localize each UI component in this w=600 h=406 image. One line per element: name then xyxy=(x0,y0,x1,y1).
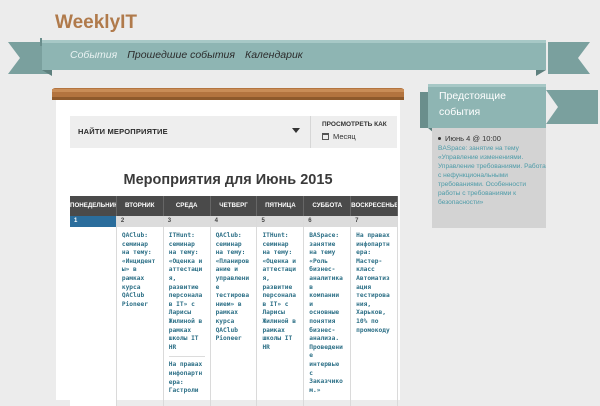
view-mode-select[interactable]: Месяц xyxy=(322,132,356,141)
calendar-event-link[interactable]: QAClub: семинар на тему: «Инциденты» в р… xyxy=(122,232,158,309)
event-filter-bar: НАЙТИ МЕРОПРИЯТИЕ ПРОСМОТРЕТЬ КАК Месяц xyxy=(70,116,397,148)
weekday-mon: ПОНЕДЕЛЬНИК xyxy=(70,196,117,216)
day-number: 2 xyxy=(116,216,163,228)
calendar-event-link[interactable]: На правах инфопартнера: Гастроли xyxy=(169,361,205,395)
day-number: 1 xyxy=(70,216,116,228)
calendar-title: Мероприятия для Июнь 2015 xyxy=(123,172,333,188)
main-nav: События Прошедшие события Календарик xyxy=(70,49,303,61)
day-number: 3 xyxy=(163,216,210,228)
main-content: НАЙТИ МЕРОПРИЯТИЕ ПРОСМОТРЕТЬ КАК Месяц … xyxy=(56,100,400,406)
upcoming-event-date-text: Июнь 4 @ 10:00 xyxy=(445,134,501,143)
weekday-fri: ПЯТНИЦА xyxy=(257,196,305,216)
calendar-event-link[interactable]: BASpace: занятие на тему «Роль бизнес-ан… xyxy=(309,232,345,395)
weekday-wed: СРЕДА xyxy=(164,196,211,216)
nav-item-events[interactable]: События xyxy=(70,49,117,61)
calendar-day-cell[interactable]: 6 BASpace: занятие на тему «Роль бизнес-… xyxy=(304,216,352,406)
day-number: 5 xyxy=(257,216,304,228)
upcoming-event-date: Июнь 4 @ 10:00 xyxy=(438,134,501,143)
calendar-day-cell[interactable]: 3 ITHunt: семинар на тему: «Оценка и атт… xyxy=(163,216,211,406)
day-number: 7 xyxy=(351,216,398,228)
calendar-day-cell[interactable]: 1 xyxy=(70,216,117,406)
calendar-day-cell[interactable]: 4 QAClub: семинар на тему: «Планирование… xyxy=(210,216,258,406)
day-number: 6 xyxy=(304,216,351,228)
weekday-sun: ВОСКРЕСЕНЬЕ xyxy=(351,196,399,216)
calendar-event-link[interactable]: QAClub: семинар на тему: «Планирование и… xyxy=(216,232,252,344)
bullet-icon xyxy=(438,137,441,140)
nav-item-past-events[interactable]: Прошедшие события xyxy=(127,49,235,61)
find-event-dropdown[interactable]: НАЙТИ МЕРОПРИЯТИЕ xyxy=(70,116,311,148)
find-event-label: НАЙТИ МЕРОПРИЯТИЕ xyxy=(78,127,168,136)
day-number: 4 xyxy=(210,216,257,228)
calendar-day-cell[interactable]: 5 ITHunt: семинар на тему: «Оценка и атт… xyxy=(257,216,305,406)
event-divider xyxy=(168,356,205,358)
calendar-day-cell[interactable]: 2 QAClub: семинар на тему: «Инциденты» в… xyxy=(116,216,164,406)
weekday-header: ПОНЕДЕЛЬНИК ВТОРНИК СРЕДА ЧЕТВЕРГ ПЯТНИЦ… xyxy=(70,196,399,216)
month-calendar: ПОНЕДЕЛЬНИК ВТОРНИК СРЕДА ЧЕТВЕРГ ПЯТНИЦ… xyxy=(70,196,399,406)
weekday-tue: ВТОРНИК xyxy=(117,196,164,216)
calendar-week-row: 1 2 QAClub: семинар на тему: «Инциденты»… xyxy=(70,216,399,406)
view-as-label: ПРОСМОТРЕТЬ КАК xyxy=(322,121,387,128)
weekday-thu: ЧЕТВЕРГ xyxy=(211,196,258,216)
nav-item-calendar[interactable]: Календарик xyxy=(245,49,303,61)
upcoming-event-link[interactable]: BASpace: занятие на тему «Управление изм… xyxy=(438,144,550,207)
sidebar-title: Предстоящие события xyxy=(439,90,506,118)
calendar-event-link[interactable]: ITHunt: семинар на тему: «Оценка и аттес… xyxy=(169,232,205,352)
calendar-icon xyxy=(322,133,329,140)
weekday-sat: СУББОТА xyxy=(304,196,352,216)
calendar-day-cell[interactable]: 7 На правах инфопартнера: Мастер-класс А… xyxy=(351,216,399,406)
site-title[interactable]: WeeklyIT xyxy=(55,12,137,34)
calendar-event-link[interactable]: На правах инфопартнера: Мастер-класс Авт… xyxy=(356,232,392,335)
chevron-down-icon[interactable] xyxy=(292,128,300,133)
view-mode-value: Месяц xyxy=(333,132,356,141)
calendar-event-link[interactable]: ITHunt: семинар на тему: «Оценка и аттес… xyxy=(262,232,298,352)
